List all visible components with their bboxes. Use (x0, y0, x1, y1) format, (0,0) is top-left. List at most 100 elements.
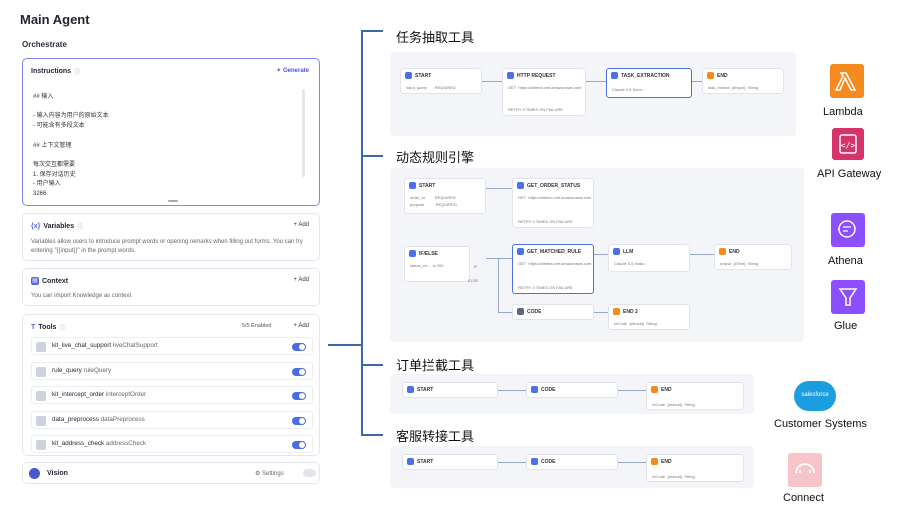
node-title: IF/ELSE (419, 251, 438, 257)
add-variable-button[interactable]: + Add (293, 222, 309, 228)
llm-node[interactable]: LLM Claude 3.5 Haiku (608, 244, 690, 272)
scrollbar[interactable] (302, 89, 305, 177)
tool-name: rule_query ruleQuery (52, 366, 112, 374)
context-label: Context (42, 277, 69, 285)
end-node[interactable]: END output {#Text} String (714, 244, 792, 270)
node-condition: status_co... is 200 (410, 263, 444, 268)
salesforce-icon: salesforce (794, 381, 836, 411)
service-label: Customer Systems (774, 418, 867, 430)
lambda-icon (830, 64, 864, 98)
glue-icon (831, 280, 865, 314)
info-icon: ⓘ (77, 225, 84, 231)
tool-toggle[interactable] (292, 343, 306, 351)
node-title: END (729, 249, 740, 255)
vision-toggle[interactable] (303, 469, 316, 477)
code-node[interactable]: CODE (526, 454, 618, 470)
node-title: END 2 (623, 309, 638, 315)
end-node[interactable]: END task_extract {#Input} String (702, 68, 784, 94)
code-node[interactable]: CODE (512, 304, 594, 320)
node-retry: RETRY 3 TIMES ON FAILURE (518, 285, 573, 290)
end-2-node[interactable]: END 2 reCode {#result} String (608, 304, 690, 330)
instructions-card[interactable]: Instructions ⓘ ✦ Generate ## 输入 - 输入内容为用… (22, 58, 320, 206)
tool-name: kit_address_check addressCheck (52, 440, 147, 447)
tool-row[interactable]: kit_live_chat_support liveChatSupport (31, 337, 313, 355)
node-title: GET_ORDER_STATUS (527, 183, 581, 189)
tools-card: T Tools ⓘ 5/5 Enabled + Add kit_live_chat_… (22, 314, 320, 456)
code-node[interactable]: CODE (526, 382, 618, 398)
node-model: Claude 3.5 Haiku (614, 261, 645, 266)
settings-button[interactable]: ⚙ Settings (255, 470, 284, 477)
generate-label: Generate (282, 68, 309, 74)
resize-handle[interactable] (168, 200, 178, 202)
end-node[interactable]: END reCode {#result} String (646, 382, 744, 410)
tool-row[interactable]: data_preprocess dataPreprocess (31, 410, 313, 429)
add-tool-button[interactable]: + Add (293, 323, 309, 329)
node-output: reCode {#result} String (614, 321, 657, 326)
start-node[interactable]: START input_query REQUIRED (400, 68, 482, 94)
get-matched-rule-node[interactable]: GET_MATCHED_RULE GET https://athena.cmf.… (512, 244, 594, 294)
generate-button[interactable]: ✦ Generate (276, 67, 309, 74)
api-gateway-icon: </> (832, 128, 864, 160)
node-title: CODE (541, 459, 556, 465)
bracket-arm (361, 155, 383, 157)
tool-toggle[interactable] (292, 416, 306, 425)
bracket-spine (361, 30, 363, 436)
node-input: input_query REQUIRED (406, 85, 456, 90)
bracket-arm (361, 364, 383, 366)
tool-row[interactable]: rule_query ruleQuery (31, 361, 313, 380)
bracket-arm (361, 434, 383, 436)
variables-label: Variables (43, 223, 75, 230)
node-model: Claude 3.5 Sonn... (612, 87, 646, 92)
node-output: reCode {#result} String (652, 402, 695, 407)
document-icon: ▤ (31, 277, 39, 285)
tool-name: kit_live_chat_support liveChatSupport (52, 342, 158, 349)
node-title: START (417, 387, 434, 393)
node-title: END (717, 73, 728, 79)
tool-icon (36, 391, 46, 401)
instructions-label: Instructions (31, 68, 72, 75)
settings-label: Settings (262, 471, 284, 477)
get-order-status-node[interactable]: GET_ORDER_STATUS GET https://athena.cmf.… (512, 178, 594, 228)
node-title: CODE (527, 309, 542, 315)
end-node[interactable]: END reCode {#result} String (646, 454, 744, 482)
vision-label: Vision (47, 470, 68, 477)
instructions-text[interactable]: ## 输入 - 输入内容为用户的原始文本 - 可能含有多段文本 ## 上下文管理… (33, 93, 109, 200)
start-node[interactable]: START (402, 454, 498, 470)
workflow-canvas-handoff: START CODE END reCode {#result} String (390, 446, 754, 488)
mode-label: Orchestrate (22, 40, 67, 49)
else-branch-label: ELSE (468, 278, 479, 283)
tool-icon (36, 415, 46, 426)
page-title: Main Agent (20, 12, 90, 27)
workflow-title: 订单拦截工具 (396, 358, 475, 373)
tool-icon (36, 342, 46, 352)
tool-toggle[interactable] (292, 441, 306, 449)
if-else-node[interactable]: IF/ELSE status_co... is 200 (404, 246, 470, 282)
tool-row[interactable]: kit_intercept_order interceptOrder (31, 386, 313, 404)
node-retry: RETRY 3 TIMES ON FAILURE (518, 219, 573, 224)
workflow-canvas-task-extraction: START input_query REQUIRED HTTP REQUEST … (390, 52, 796, 136)
tool-icon (36, 440, 46, 450)
start-node[interactable]: START (402, 382, 498, 398)
node-title: START (415, 73, 432, 79)
node-title: TASK_EXTRACTION (621, 73, 670, 79)
tool-row[interactable]: kit_address_check addressCheck (31, 435, 313, 453)
tool-toggle[interactable] (292, 367, 306, 376)
node-url: GET https://athena.cmf.amazonaws.com (518, 195, 592, 200)
node-output: task_extract {#Input} String (708, 85, 759, 90)
braces-icon: {x} (31, 223, 41, 230)
service-label: Lambda (823, 106, 863, 118)
tool-toggle[interactable] (292, 392, 306, 400)
workflow-title: 任务抽取工具 (396, 30, 475, 45)
http-request-node[interactable]: HTTP REQUEST GET https://athena.cmf.amaz… (502, 68, 586, 116)
tools-icon: T (31, 324, 36, 331)
eye-icon (29, 468, 40, 479)
add-context-button[interactable]: + Add (293, 277, 309, 283)
node-title: END (661, 387, 672, 393)
tool-name: kit_intercept_order interceptOrder (52, 391, 147, 398)
logo-wordmark: salesforce (801, 392, 829, 398)
node-input: purpose REQUIRED (410, 202, 457, 207)
task-extraction-node[interactable]: TASK_EXTRACTION Claude 3.5 Sonn... (606, 68, 692, 98)
connect-icon (788, 453, 822, 487)
start-node[interactable]: START order_id REQUIRED purpose REQUIRED (404, 178, 486, 214)
sparkle-icon: ✦ (276, 68, 283, 74)
